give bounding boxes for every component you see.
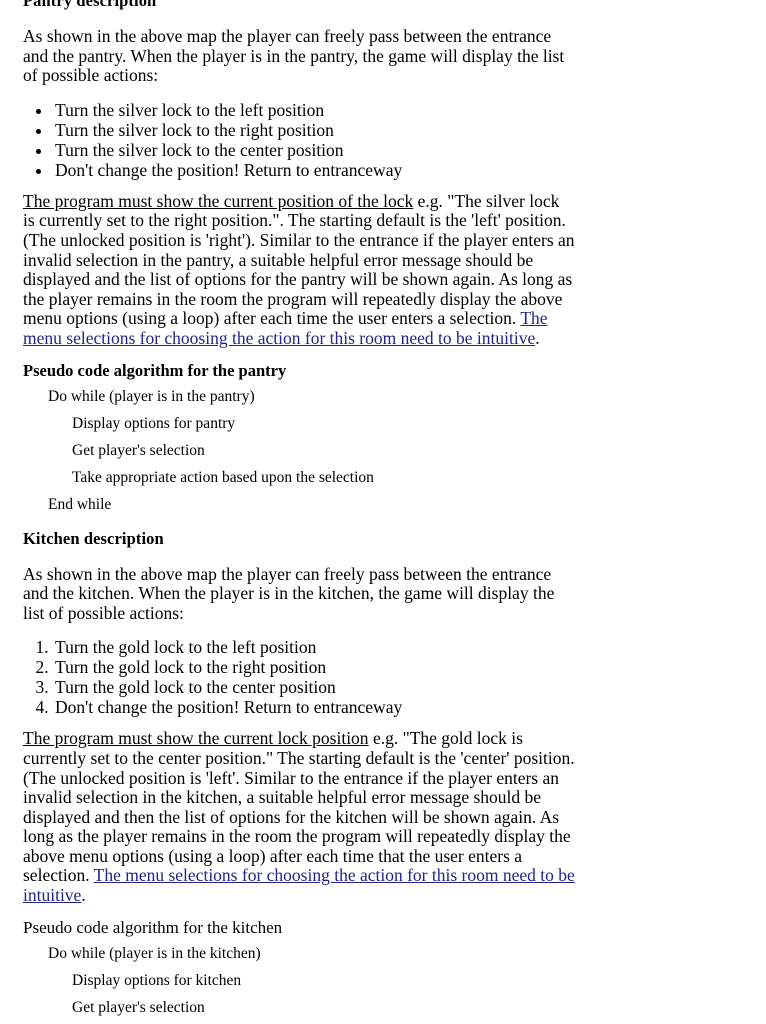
list-item: Don't change the position! Return to ent…	[53, 160, 766, 180]
kitchen-intro-paragraph: As shown in the above map the player can…	[23, 563, 555, 623]
list-item: Turn the silver lock to the center posit…	[53, 140, 766, 160]
code-line: End while	[48, 495, 112, 513]
pantry-pseudo-code-block: Do while (player is in the pantry) Displ…	[23, 387, 766, 513]
code-line: Take appropriate action based upon the s…	[72, 468, 374, 486]
kitchen-intuitive-link[interactable]: The menu selections for choosing the act…	[23, 865, 575, 905]
list-item: Turn the gold lock to the right position	[53, 657, 766, 677]
code-line: Get player's selection	[72, 998, 205, 1016]
kitchen-heading: Kitchen description	[23, 528, 164, 548]
list-item: Turn the gold lock to the center positio…	[53, 677, 766, 697]
kitchen-action-list: Turn the gold lock to the left position …	[23, 637, 766, 717]
kitchen-pseudo-code-block: Do while (player is in the kitchen) Disp…	[23, 944, 766, 1024]
pantry-intro-paragraph: As shown in the above map the player can…	[23, 26, 565, 86]
kitchen-requirement-paragraph: The program must show the current lock p…	[23, 729, 579, 905]
pantry-requirement-trailing: .	[535, 327, 540, 348]
pantry-pseudo-heading: Pseudo code algorithm for the pantry	[23, 360, 287, 380]
code-line: Do while (player is in the kitchen)	[48, 944, 261, 962]
list-item: Don't change the position! Return to ent…	[53, 697, 766, 717]
document-page: Pantry description As shown in the above…	[0, 0, 766, 1024]
pantry-section: Pantry description As shown in the above…	[23, 0, 766, 513]
kitchen-requirement-lead: The program must show the current lock p…	[23, 728, 369, 749]
code-line: Do while (player is in the pantry)	[48, 387, 255, 405]
code-line: Get player's selection	[72, 441, 205, 459]
code-line: Display options for kitchen	[72, 971, 242, 989]
pantry-requirement-lead: The program must show the current positi…	[23, 190, 414, 211]
list-item: Turn the gold lock to the left position	[53, 637, 766, 657]
document-body: Pantry description As shown in the above…	[0, 0, 766, 1024]
code-line: Display options for pantry	[72, 414, 236, 432]
kitchen-requirement-body: e.g. "The gold lock is currently set to …	[23, 728, 575, 886]
pantry-requirement-body: e.g. "The silver lock is currently set t…	[23, 190, 575, 329]
pantry-requirement-paragraph: The program must show the current positi…	[23, 190, 575, 349]
pantry-heading: Pantry description	[23, 0, 157, 10]
kitchen-requirement-trailing: .	[81, 885, 86, 906]
pantry-action-list: Turn the silver lock to the left positio…	[23, 100, 766, 180]
list-item: Turn the silver lock to the left positio…	[53, 100, 766, 120]
kitchen-section: Kitchen description As shown in the abov…	[23, 529, 766, 1024]
list-item: Turn the silver lock to the right positi…	[53, 120, 766, 140]
kitchen-pseudo-heading: Pseudo code algorithm for the kitchen	[23, 917, 283, 937]
